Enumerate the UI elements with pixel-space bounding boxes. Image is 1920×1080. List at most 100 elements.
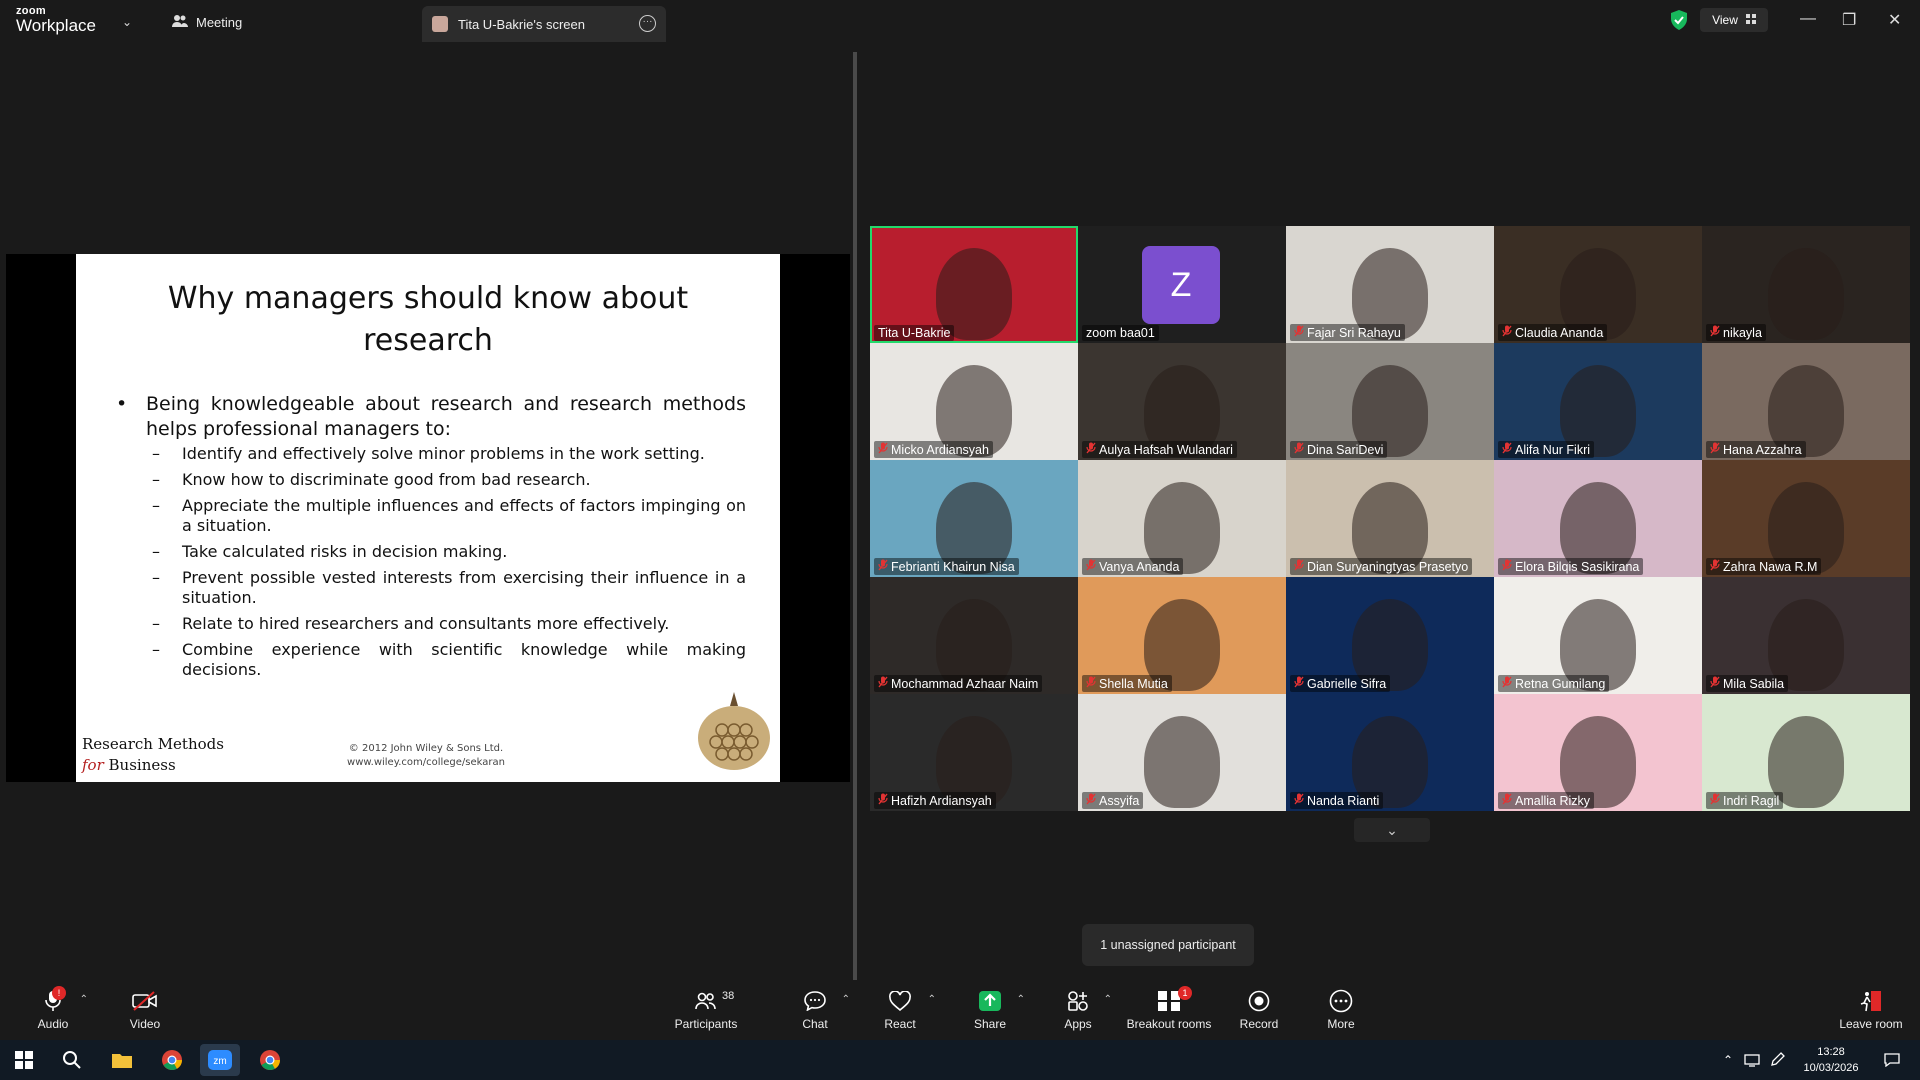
search-icon[interactable] — [52, 1044, 92, 1076]
network-icon[interactable] — [1740, 1044, 1764, 1076]
participant-tile[interactable]: Tita U-Bakrie — [870, 226, 1078, 343]
screen-share-tab[interactable]: Tita U-Bakrie's screen ··· — [422, 6, 666, 42]
participant-name: Hafizh Ardiansyah — [891, 793, 992, 808]
chevron-up-icon[interactable]: ⌃ — [1104, 994, 1112, 1005]
sub-bullet-text: Know how to discriminate good from bad r… — [182, 470, 591, 489]
participant-name-label: Claudia Ananda — [1498, 324, 1608, 341]
chrome-icon[interactable] — [152, 1044, 192, 1076]
record-button[interactable]: Record — [1238, 980, 1280, 1040]
sub-bullet-text: Prevent possible vested interests from e… — [182, 568, 746, 607]
react-button[interactable]: React ⌃ — [882, 980, 936, 1040]
chevron-down-icon[interactable]: ⌄ — [122, 15, 132, 29]
mic-muted-icon — [878, 442, 888, 457]
sub-bullet-text: Appreciate the multiple influences and e… — [182, 496, 746, 535]
participant-tile[interactable]: Indri Ragil — [1702, 694, 1910, 811]
close-icon[interactable]: ✕ — [1888, 10, 1901, 30]
participant-tile[interactable]: Dian Suryaningtyas Prasetyo — [1286, 460, 1494, 577]
chrome-profile-icon[interactable] — [250, 1044, 290, 1076]
participant-tile[interactable]: Febrianti Khairun Nisa — [870, 460, 1078, 577]
sub-bullet: – Combine experience with scientific know… — [152, 640, 746, 679]
security-shield-icon[interactable] — [1670, 10, 1688, 33]
breakout-label: Breakout rooms — [1126, 1017, 1212, 1031]
share-screen-icon — [978, 989, 1002, 1013]
chat-button[interactable]: Chat ⌃ — [798, 980, 850, 1040]
meeting-tab[interactable]: Meeting — [172, 14, 242, 31]
presentation-slide: Why managers should know about research … — [76, 254, 780, 782]
participant-tile[interactable]: Nanda Rianti — [1286, 694, 1494, 811]
participant-name: Retna Gumilang — [1515, 676, 1606, 691]
participant-tile[interactable]: Vanya Ananda — [1078, 460, 1286, 577]
windows-start-icon[interactable] — [4, 1044, 44, 1076]
video-button[interactable]: Video — [126, 980, 164, 1040]
video-off-icon — [132, 989, 158, 1013]
participant-tile[interactable]: Zzoom baa01 — [1078, 226, 1286, 343]
gallery-next-page-button[interactable]: ⌄ — [1354, 818, 1430, 842]
participant-tile[interactable]: Assyifa — [1078, 694, 1286, 811]
participant-name-label: Assyifa — [1082, 792, 1144, 809]
chevron-up-icon[interactable]: ⌃ — [80, 994, 88, 1005]
copyright-note: © 2012 John Wiley & Sons Ltd. www.wiley.… — [326, 742, 526, 770]
participant-tile[interactable]: Hafizh Ardiansyah — [870, 694, 1078, 811]
file-explorer-icon[interactable] — [102, 1044, 142, 1076]
participant-tile[interactable]: Shella Mutia — [1078, 577, 1286, 694]
more-options-icon[interactable]: ··· — [639, 15, 656, 32]
participant-tile[interactable]: Claudia Ananda — [1494, 226, 1702, 343]
people-icon — [172, 14, 188, 31]
participant-tile[interactable]: Hana Azzahra — [1702, 343, 1910, 460]
zoom-workplace-logo[interactable]: zoom Workplace — [16, 6, 96, 35]
zoom-window: zoom Workplace ⌄ Meeting Tita U-Bakrie's… — [0, 0, 1920, 1080]
participant-name: Alifa Nur Fikri — [1515, 442, 1591, 457]
participant-tile[interactable]: Elora Bilqis Sasikirana — [1494, 460, 1702, 577]
participant-name: Zahra Nawa R.M — [1723, 559, 1818, 574]
participant-tile[interactable]: Mila Sabila — [1702, 577, 1910, 694]
participant-tile[interactable]: nikayla — [1702, 226, 1910, 343]
sub-bullet: – Prevent possible vested interests from … — [152, 568, 746, 607]
share-button[interactable]: Share ⌃ — [973, 980, 1025, 1040]
mic-muted-icon — [1294, 442, 1304, 457]
apps-label: Apps — [1064, 1017, 1092, 1031]
chevron-up-icon[interactable]: ⌃ — [1017, 994, 1025, 1005]
shared-screen[interactable]: Why managers should know about research … — [6, 254, 850, 782]
slide-main-bullet: • Being knowledgeable about research and… — [116, 392, 746, 442]
participant-tile[interactable]: Micko Ardiansyah — [870, 343, 1078, 460]
taskbar-clock[interactable]: 13:28 10/03/2026 — [1796, 1044, 1866, 1076]
chevron-up-icon[interactable]: ⌃ — [842, 994, 850, 1005]
unassigned-participant-tooltip[interactable]: 1 unassigned participant — [1082, 924, 1254, 966]
react-label: React — [884, 1017, 916, 1031]
participant-tile[interactable]: Aulya Hafsah Wulandari — [1078, 343, 1286, 460]
breakout-rooms-button[interactable]: 1 Breakout rooms — [1126, 980, 1212, 1040]
pen-icon[interactable] — [1766, 1044, 1790, 1076]
participant-tile[interactable]: Gabrielle Sifra — [1286, 577, 1494, 694]
clock-time: 13:28 — [1817, 1046, 1845, 1058]
participant-tile[interactable]: Amallia Rizky — [1494, 694, 1702, 811]
sub-bullet: – Appreciate the multiple influences and … — [152, 496, 746, 535]
participant-name: Shella Mutia — [1099, 676, 1168, 691]
leave-door-icon — [1859, 989, 1883, 1013]
view-label: View — [1712, 13, 1738, 27]
participant-name: Claudia Ananda — [1515, 325, 1604, 340]
chevron-up-icon[interactable]: ⌃ — [928, 994, 936, 1005]
audio-button[interactable]: ! Audio ⌃ — [36, 980, 88, 1040]
book-title-business: Business — [103, 756, 176, 774]
restore-icon[interactable]: ❐ — [1842, 10, 1856, 30]
participant-tile[interactable]: Zahra Nawa R.M — [1702, 460, 1910, 577]
minimize-icon[interactable]: — — [1800, 10, 1816, 28]
split-divider[interactable] — [853, 52, 857, 980]
more-button[interactable]: More — [1324, 980, 1358, 1040]
participant-name-label: Febrianti Khairun Nisa — [874, 558, 1019, 575]
participant-tile[interactable]: Mochammad Azhaar Naim — [870, 577, 1078, 694]
leave-room-button[interactable]: Leave room — [1836, 980, 1906, 1040]
participants-button[interactable]: 38 Participants — [670, 980, 742, 1040]
participant-tile[interactable]: Retna Gumilang — [1494, 577, 1702, 694]
apps-button[interactable]: Apps ⌃ — [1062, 980, 1112, 1040]
notification-icon[interactable] — [1872, 1044, 1912, 1076]
participant-tile[interactable]: Dina SariDevi — [1286, 343, 1494, 460]
participant-tile[interactable]: Alifa Nur Fikri — [1494, 343, 1702, 460]
tray-chevron-icon[interactable]: ⌃ — [1716, 1044, 1740, 1076]
participant-name-label: Hafizh Ardiansyah — [874, 792, 996, 809]
participant-tile[interactable]: Fajar Sri Rahayu — [1286, 226, 1494, 343]
view-button[interactable]: View — [1700, 8, 1768, 32]
copyright-line1: © 2012 John Wiley & Sons Ltd. — [348, 743, 504, 754]
zoom-taskbar-icon[interactable]: zm — [200, 1044, 240, 1076]
logo-line2: Workplace — [16, 16, 96, 35]
